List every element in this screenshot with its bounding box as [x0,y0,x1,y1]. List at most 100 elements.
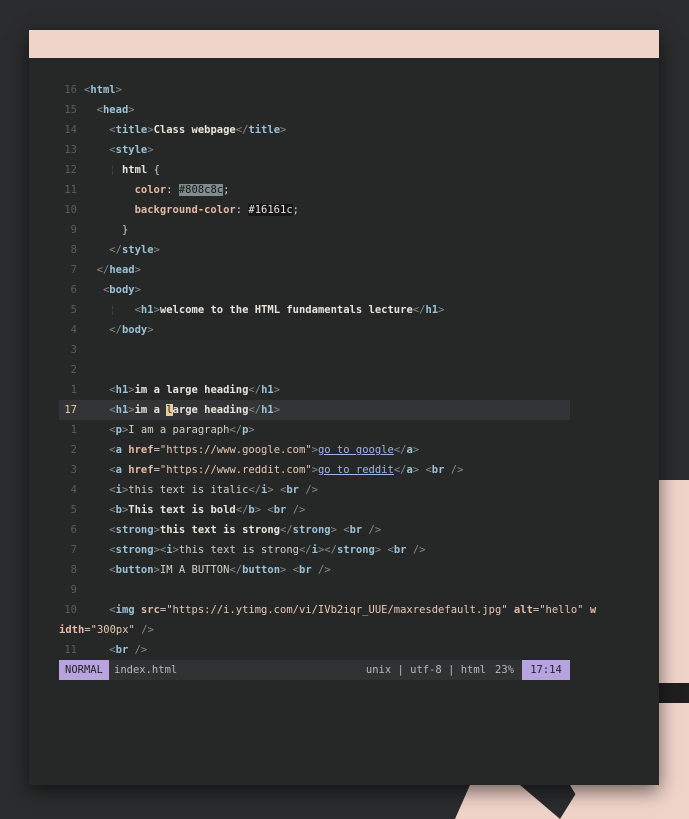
code-token: strong [336,544,375,556]
code-text: ¦ <h1>welcome to the HTML fundamentals l… [84,300,444,320]
code-text: ¦ html { [84,160,160,180]
code-line[interactable]: 3 <a href="https://www.reddit.com">go to… [59,460,570,480]
code-token: </ [235,124,249,136]
line-number: 6 [70,524,77,536]
code-editor[interactable]: 16 <html> 15 <head> 14 <title>Class webpage… [59,80,596,660]
code-token: This text is bold [128,504,236,516]
code-token: { [147,164,160,176]
code-token: go to reddit [317,464,394,476]
code-token: ¦ [109,304,135,316]
code-line[interactable]: 2 <a href="https://www.google.com">go to… [59,440,570,460]
code-token: /> [406,544,426,556]
vim-statusline: NORMAL index.html unix | utf-8 | html 23… [59,660,570,680]
code-line[interactable]: 5 <b>This text is bold</b> <br /> [59,500,570,520]
code-token: > [374,544,388,556]
code-token: welcome to the HTML fundamentals lecture [159,304,413,316]
code-token: >< [153,544,167,556]
code-line[interactable]: 13 <style> [59,140,570,160]
code-line[interactable]: 11 <br /> [59,640,570,660]
code-token: body [121,324,148,336]
code-line[interactable]: 3 [59,340,570,360]
code-token: h1 [425,304,439,316]
code-line[interactable]: 7 </head> [59,260,570,280]
code-text: </style> [84,240,160,260]
code-token: "300px" [90,624,135,636]
code-token: /> [134,624,154,636]
code-token: ¦ [109,164,122,176]
code-line[interactable]: idth="300px" /> [59,620,570,640]
code-token: > [147,144,154,156]
code-token: > [412,444,420,456]
code-token: a [115,444,129,456]
current-line[interactable]: 17 <h1>im a large heading</h1> [59,400,570,420]
code-text: <style> [84,140,154,160]
code-token: a [115,464,129,476]
scroll-percent: 23% [495,664,514,676]
code-token: /> [286,504,306,516]
code-line[interactable]: 12 ¦ html { [59,160,570,180]
code-token: > [267,484,281,496]
code-token: br [286,484,300,496]
code-line[interactable]: 4 </body> [59,320,570,340]
code-line[interactable]: 4 <i>this text is italic</i> <br /> [59,480,570,500]
code-token: title [115,124,148,136]
code-text: <b>This text is bold</b> <br /> [84,500,305,520]
line-number: 4 [70,484,77,496]
code-token: > [153,244,160,256]
code-token: </ [393,444,407,456]
code-line[interactable]: 9 } [59,220,570,240]
code-token: </ [298,544,312,556]
code-line[interactable]: 6 <strong>this text is strong</strong> <… [59,520,570,540]
code-token: im a large heading [134,384,249,396]
code-line[interactable]: 11 color: #808c8c; [59,180,570,200]
code-token: > [147,324,154,336]
line-number: 4 [70,324,77,336]
code-line[interactable]: 5 ¦ <h1>welcome to the HTML fundamentals… [59,300,570,320]
code-line[interactable]: 9 [59,580,570,600]
code-line[interactable]: 16 <html> [59,80,570,100]
code-text: } [84,220,128,240]
line-number: 6 [70,284,77,296]
code-token: /> [362,524,382,536]
code-token: br [299,564,312,576]
code-line[interactable]: 8 </style> [59,240,570,260]
code-token: button [115,564,154,576]
code-line[interactable]: 1 <h1>im a large heading</h1> [59,380,570,400]
code-text: </body> [84,320,154,340]
code-token: > [134,284,141,296]
line-number: 17 [64,404,77,416]
code-token: href [128,464,154,476]
code-line[interactable]: 14 <title>Class webpage</title> [59,120,570,140]
code-text: <strong>this text is strong</strong> <br… [84,520,381,540]
code-token: > [273,384,281,396]
code-token: style [121,244,154,256]
code-text: <p>I am a paragraph</p> [84,420,254,440]
line-number: 13 [64,144,77,156]
code-token: > [412,464,426,476]
line-number: 11 [64,184,77,196]
line-number: 12 [64,164,77,176]
code-line[interactable]: 10 <img src="https://i.ytimg.com/vi/IVb2… [59,600,596,620]
code-line[interactable]: 8 <button>IM A BUTTON</button> <br /> [59,560,570,580]
code-token: body [109,284,135,296]
code-line[interactable]: 10 background-color: #16161c; [59,200,570,220]
line-number: 10 [64,604,77,616]
code-token: href [128,444,154,456]
code-token: head [102,104,129,116]
code-line[interactable]: 2 [59,360,570,380]
code-line[interactable]: 1 <p>I am a paragraph</p> [59,420,570,440]
window-titlebar[interactable] [29,30,659,58]
code-token: br [393,544,407,556]
line-number: 3 [70,344,77,356]
code-text: <br /> [84,640,147,660]
code-token: idth [59,624,85,636]
code-text: <i>this text is italic</i> <br /> [84,480,318,500]
code-line[interactable]: 15 <head> [59,100,570,120]
line-number: 9 [70,224,77,236]
code-line[interactable]: 7 <strong><i>this text is strong</i></st… [59,540,570,560]
code-token: </ [393,464,407,476]
code-line[interactable]: 6 <body> [59,280,570,300]
code-token: h1 [115,404,129,416]
line-number: 8 [70,244,77,256]
code-token: #16161c [248,204,293,216]
